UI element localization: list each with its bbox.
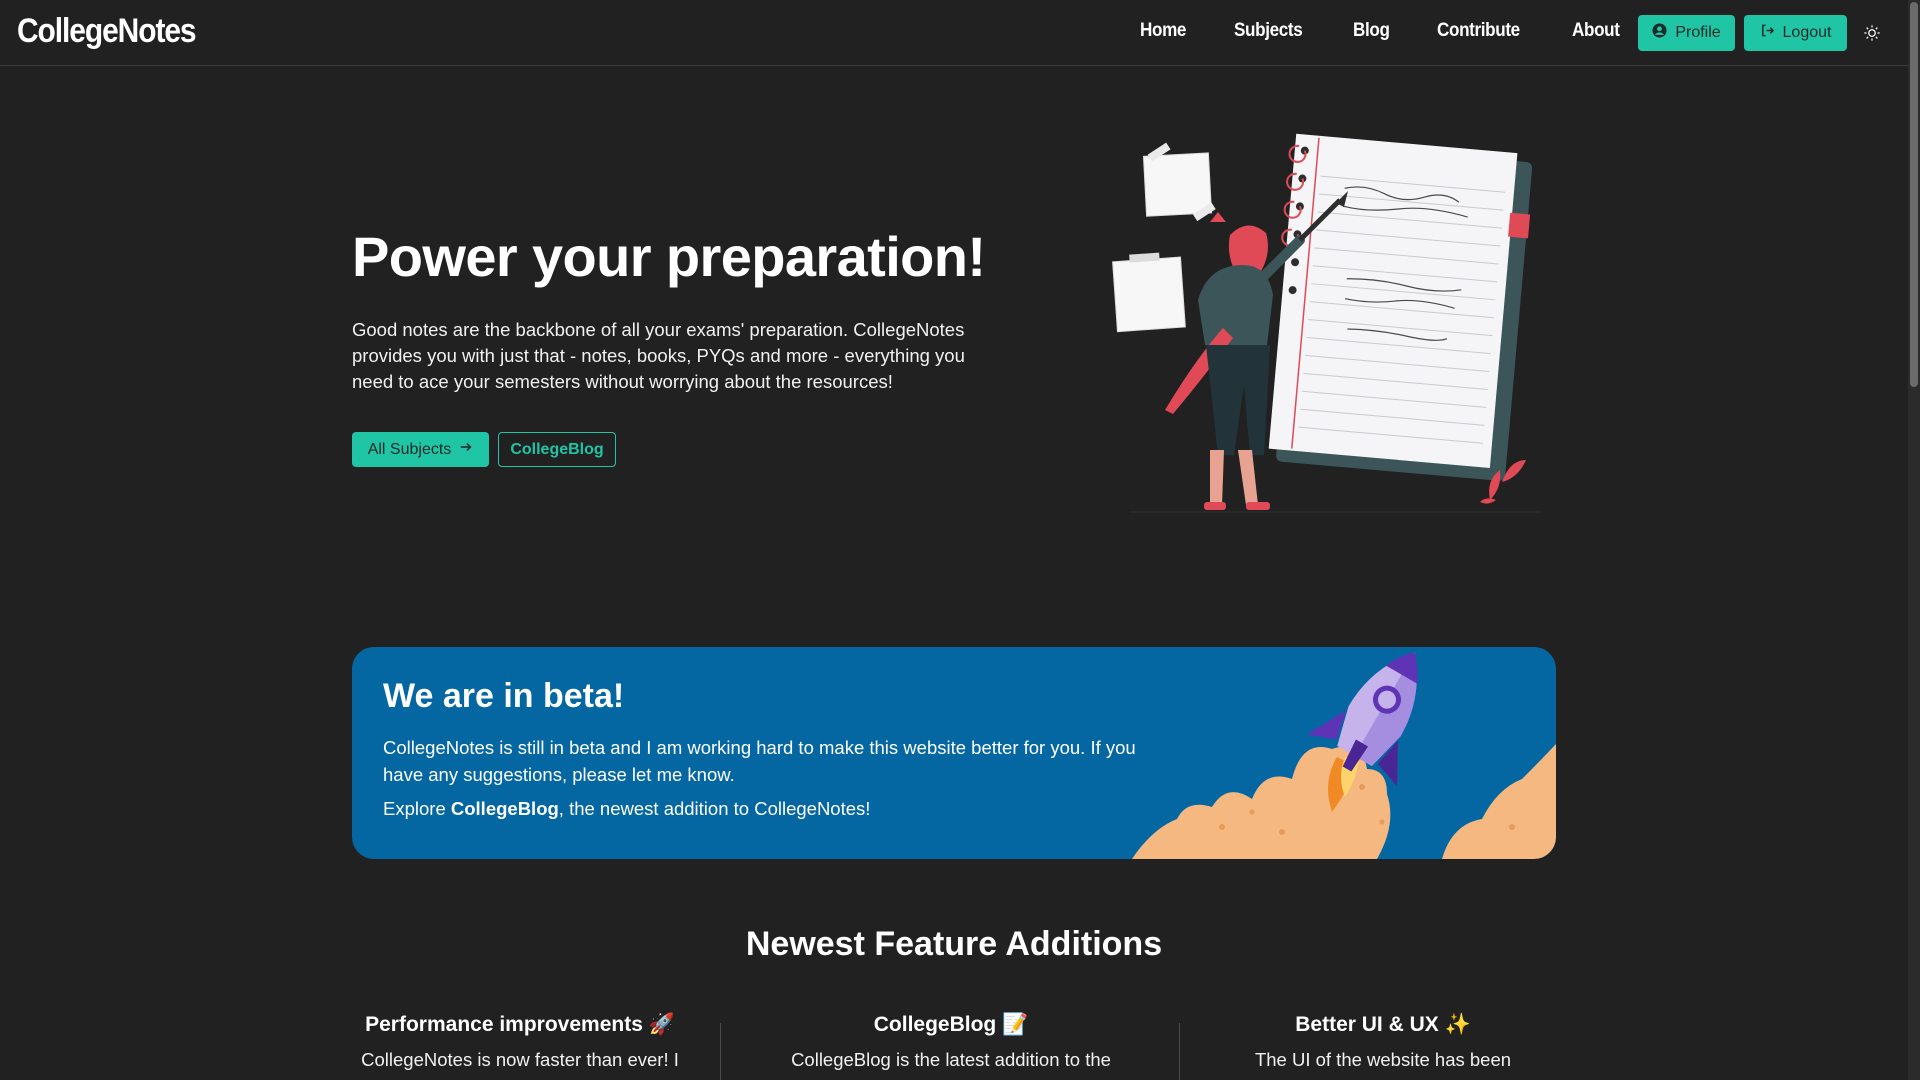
sun-icon[interactable] xyxy=(1861,22,1883,44)
feature-title: Better UI & UX ✨ xyxy=(1295,1013,1471,1036)
nav-about-link[interactable]: About xyxy=(1572,20,1620,42)
features-title: Newest Feature Additions xyxy=(745,925,1163,963)
logout-button-label: Logout xyxy=(1782,24,1832,41)
user-circle-icon xyxy=(1652,23,1667,43)
feature-ui-ux: Better UI & UX ✨ The UI of the website h… xyxy=(1168,1013,1598,1071)
feature-performance: Performance improvements 🚀 CollegeNotes … xyxy=(305,1013,735,1071)
feature-text: The UI of the website has been xyxy=(1254,1049,1512,1070)
nav-home-link[interactable]: Home xyxy=(1140,20,1186,42)
hero-title: Power your preparation! xyxy=(352,225,986,288)
feature-text: CollegeNotes is now faster than ever! I xyxy=(361,1049,679,1070)
feature-divider xyxy=(720,1023,721,1080)
beta-banner: We are in beta! CollegeNotes is still in… xyxy=(352,647,1556,859)
scrollbar-thumb[interactable] xyxy=(1910,2,1918,387)
rocket-illustration xyxy=(1132,652,1556,859)
all-subjects-label: All Subjects xyxy=(367,440,452,458)
feature-title: CollegeBlog 📝 xyxy=(873,1013,1029,1036)
nav-blog-link[interactable]: Blog xyxy=(1353,20,1390,42)
nav-subjects-link[interactable]: Subjects xyxy=(1234,20,1303,42)
profile-button[interactable]: Profile xyxy=(1638,15,1735,51)
beta-title: We are in beta! xyxy=(383,677,625,715)
beta-text: CollegeNotes is still in beta and I am w… xyxy=(383,737,1136,785)
arrow-right-icon xyxy=(459,440,473,459)
all-subjects-button[interactable]: All Subjects xyxy=(352,432,489,467)
student-notes-illustration xyxy=(1112,133,1540,513)
feature-collegeblog: CollegeBlog 📝 CollegeBlog is the latest … xyxy=(736,1013,1166,1071)
brand-logo[interactable]: CollegeNotes xyxy=(17,12,197,51)
nav-contribute-link[interactable]: Contribute xyxy=(1437,20,1520,42)
hero-description: Good notes are the backbone of all your … xyxy=(352,319,965,392)
scrollbar[interactable] xyxy=(1908,0,1920,1080)
beta-explore-text: Explore CollegeBlog, the newest addition… xyxy=(383,798,870,820)
profile-button-label: Profile xyxy=(1675,24,1721,41)
logout-icon xyxy=(1760,23,1775,43)
beta-explore-suffix: , the newest addition to CollegeNotes! xyxy=(558,798,871,819)
beta-explore-prefix: Explore xyxy=(383,798,451,819)
collegeblog-button[interactable]: CollegeBlog xyxy=(498,432,616,467)
feature-title: Performance improvements 🚀 xyxy=(365,1013,675,1036)
feature-text: CollegeBlog is the latest addition to th… xyxy=(791,1049,1111,1070)
logout-button[interactable]: Logout xyxy=(1744,15,1847,51)
beta-explore-link[interactable]: CollegeBlog xyxy=(451,798,559,819)
navbar: CollegeNotes Home Subjects Blog Contribu… xyxy=(0,0,1908,66)
nav-links: Home Subjects Blog Contribute About xyxy=(1140,20,1668,42)
